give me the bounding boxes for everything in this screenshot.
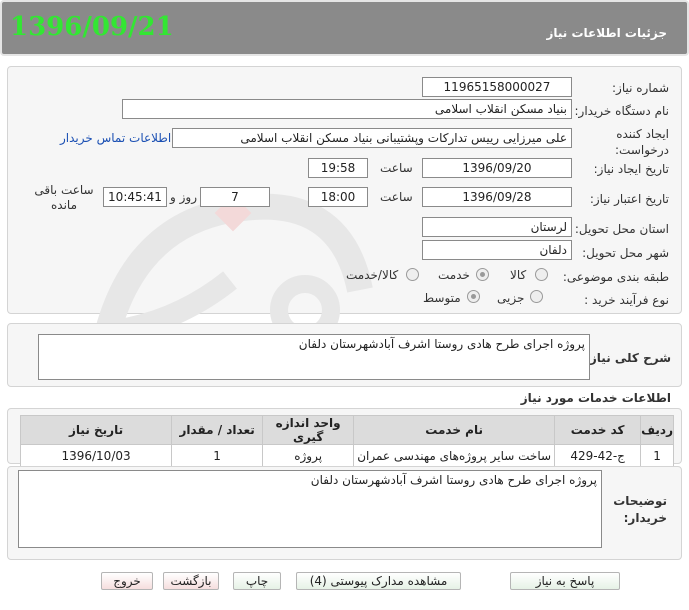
need-number-field: 1196515800002​7 (422, 77, 572, 97)
category-both-label: کالا/خدمت (346, 268, 399, 282)
remaining-label: ساعت باقی مانده (34, 183, 94, 212)
city-label: شهر محل تحویل: (582, 246, 669, 260)
buyer-org-field: بنیاد مسکن انقلاب اسلامی (122, 99, 572, 119)
province-field: لرستان (422, 217, 572, 237)
category-both-radio[interactable] (406, 268, 419, 281)
back-button[interactable]: بازگشت (163, 572, 219, 590)
col-date: تاریخ نیاز (19, 415, 173, 445)
cell-row: 1 (640, 444, 674, 467)
need-number-label: شماره نیاز: (612, 81, 669, 95)
cell-qty: 1 (171, 444, 264, 467)
requester-field: علی میرزایی رییس تدارکات وپشتیبانی بنیاد… (172, 128, 572, 148)
category-goods-radio[interactable] (535, 268, 548, 281)
days-label: روز و (170, 190, 197, 204)
table-row: 1 ج-42-429 ساخت سایر پروژه‌های مهندسی عم… (19, 444, 674, 467)
process-medium-radio[interactable] (467, 290, 480, 303)
validity-time-label: ساعت (380, 190, 413, 204)
col-unit: واحد اندازه گیری (262, 415, 355, 445)
created-time-label: ساعت (380, 161, 413, 175)
validity-date-label: تاریخ اعتبار نیاز: (589, 192, 669, 206)
print-button[interactable]: چاپ (233, 572, 281, 590)
summary-text: پروژه اجرای طرح هادی روستا اشرف آبادشهرس… (38, 334, 590, 380)
col-name: نام خدمت (353, 415, 556, 445)
remaining-time-field: 10:45:41 (103, 187, 167, 207)
process-label: نوع فرآیند خرید : (584, 293, 669, 307)
cell-unit: پروژه (262, 444, 355, 467)
validity-time-field: 18:00 (308, 187, 368, 207)
cell-code: ج-42-429 (554, 444, 642, 467)
buyer-org-label: نام دستگاه خریدار: (574, 104, 670, 118)
attachments-button[interactable]: مشاهده مدارک پیوستی (4) (296, 572, 461, 590)
created-date-field: 1396/09/20 (422, 158, 572, 178)
buyer-notes-text: پروژه اجرای طرح هادی روستا اشرف آبادشهرس… (18, 470, 602, 548)
category-service-radio[interactable] (476, 268, 489, 281)
cell-name: ساخت سایر پروژه‌های مهندسی عمران (353, 444, 556, 467)
created-time-field: 19:58 (308, 158, 368, 178)
remaining-days-field: 7 (200, 187, 270, 207)
category-label: طبقه بندی موضوعی: (562, 270, 669, 284)
process-minor-radio[interactable] (530, 290, 543, 303)
col-code: کد خدمت (554, 415, 642, 445)
process-medium-label: متوسط (423, 291, 461, 305)
province-label: استان محل تحویل: (574, 222, 669, 236)
city-field: دلفان (422, 240, 572, 260)
header-date: 1396/09/21 (10, 12, 174, 42)
reply-button[interactable]: پاسخ به نیاز (510, 572, 620, 590)
buyer-notes-label-2: خریدار: (623, 511, 667, 525)
buyer-contact-link[interactable]: اطلاعات تماس خریدار (60, 131, 171, 145)
summary-label: شرح کلی نیاز: (585, 351, 671, 365)
requester-label: ایجاد کننده درخواست: (615, 127, 669, 157)
services-title: اطلاعات خدمات مورد نیاز (520, 391, 671, 405)
category-goods-label: کالا (510, 268, 527, 282)
col-row: ردیف (640, 415, 674, 445)
process-minor-label: جزیی (497, 291, 525, 305)
created-date-label: تاریخ ایجاد نیاز: (593, 162, 669, 176)
services-table: ردیف کد خدمت نام خدمت واحد اندازه گیری ت… (19, 415, 674, 467)
cell-date: 1396/10/03 (19, 444, 173, 467)
category-service-label: خدمت (438, 268, 470, 282)
validity-date-field: 1396/09/28 (422, 187, 572, 207)
exit-button[interactable]: خروج (101, 572, 153, 590)
page-title: جزئیات اطلاعات نیاز (546, 26, 667, 40)
col-qty: تعداد / مقدار (171, 415, 264, 445)
buyer-notes-label-1: توضیحات (613, 494, 667, 508)
